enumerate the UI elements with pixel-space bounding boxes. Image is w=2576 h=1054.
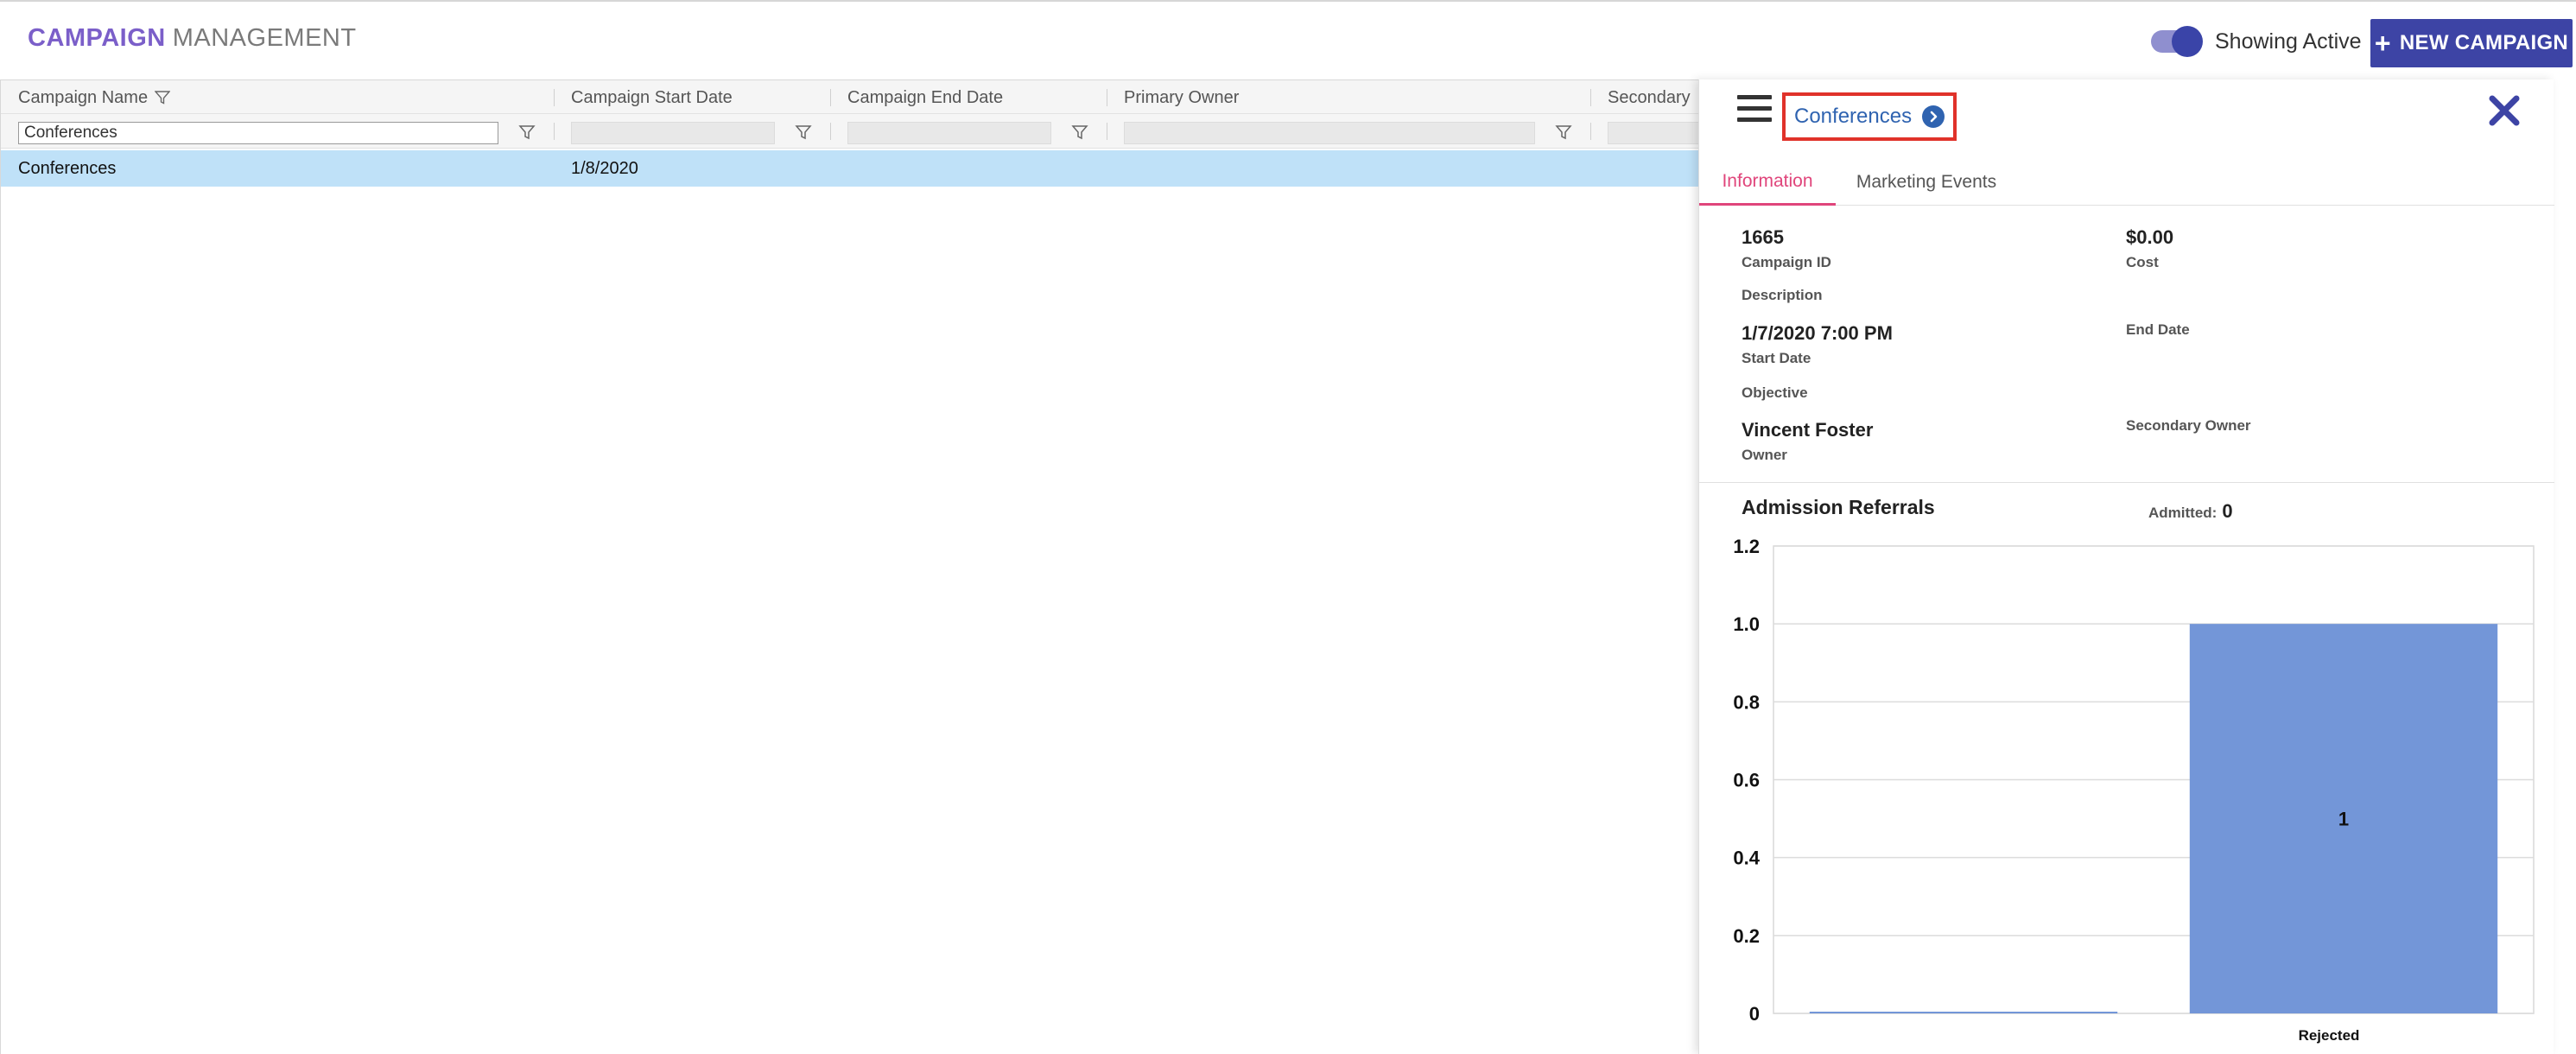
- column-header-end-date[interactable]: Campaign End Date: [830, 80, 1003, 115]
- plus-icon: +: [2374, 27, 2391, 59]
- bar: [1809, 1012, 2118, 1013]
- y-tick-label: 0.4: [1733, 848, 1760, 869]
- y-tick-label: 0: [1749, 1003, 1760, 1025]
- grid-header-row: Campaign Name Campaign Start Date Campai…: [1, 79, 1699, 114]
- column-header-label: Campaign End Date: [847, 87, 1004, 107]
- new-campaign-button[interactable]: + NEW CAMPAIGN: [2370, 19, 2573, 67]
- page-title: CAMPAIGN MANAGEMENT: [28, 24, 357, 53]
- column-header-label: Secondary: [1608, 87, 1691, 107]
- column-header-label: Campaign Name: [18, 87, 149, 107]
- column-separator: [830, 123, 831, 140]
- active-filter-toggle-group: Showing Active: [2151, 24, 2362, 59]
- column-separator: [1590, 123, 1591, 140]
- cell-start-date: 1/8/2020: [571, 158, 638, 178]
- start-date-filter-input[interactable]: [571, 122, 775, 144]
- new-campaign-label: NEW CAMPAIGN: [2399, 31, 2569, 54]
- column-header-label: Campaign Start Date: [571, 87, 733, 107]
- grid-filter-row: Conferences: [1, 114, 1699, 149]
- column-header-campaign-name[interactable]: Campaign Name: [1, 80, 171, 115]
- toggle-knob: [2172, 26, 2203, 57]
- filter-icon[interactable]: [155, 91, 171, 105]
- cell-campaign-name: Conferences: [18, 158, 117, 178]
- secondary-owner-filter-input[interactable]: [1608, 122, 1699, 144]
- page-title-rest: MANAGEMENT: [172, 24, 357, 52]
- data-label: 1: [2338, 809, 2349, 830]
- primary-owner-filter-input[interactable]: [1124, 122, 1535, 144]
- page-header: CAMPAIGN MANAGEMENT Showing Active + NEW …: [0, 0, 2576, 79]
- column-separator: [554, 123, 555, 140]
- filter-icon[interactable]: [517, 123, 536, 142]
- y-tick-label: 0.8: [1733, 691, 1760, 713]
- filter-icon[interactable]: [1554, 123, 1573, 142]
- toggle-label: Showing Active: [2215, 29, 2362, 54]
- campaign-detail-panel: Conferences Information Marketing Events…: [1698, 79, 2554, 1054]
- x-tick-label: Rejected: [2299, 1027, 2360, 1044]
- campaign-grid: Campaign Name Campaign Start Date Campai…: [0, 79, 1699, 1054]
- filter-icon[interactable]: [1070, 123, 1089, 142]
- column-header-secondary-owner[interactable]: Secondary: [1590, 80, 1691, 115]
- page-title-bold: CAMPAIGN: [28, 24, 166, 52]
- column-header-primary-owner[interactable]: Primary Owner: [1107, 80, 1239, 115]
- y-tick-label: 0.6: [1733, 770, 1760, 791]
- y-tick-label: 1.2: [1733, 536, 1760, 557]
- campaign-name-filter-input[interactable]: Conferences: [18, 122, 498, 144]
- column-header-start-date[interactable]: Campaign Start Date: [554, 80, 733, 115]
- y-tick-label: 1.0: [1733, 613, 1760, 635]
- showing-active-toggle[interactable]: [2151, 26, 2203, 57]
- table-row[interactable]: Conferences 1/8/2020: [1, 150, 1699, 187]
- y-tick-label: 0.2: [1733, 925, 1760, 947]
- filter-icon[interactable]: [794, 123, 813, 142]
- column-header-label: Primary Owner: [1124, 87, 1240, 107]
- end-date-filter-input[interactable]: [847, 122, 1051, 144]
- admission-referrals-chart: 0 0.2 0.4 0.6 0.8 1.0 1.2 1 Rejected: [1733, 536, 2535, 1044]
